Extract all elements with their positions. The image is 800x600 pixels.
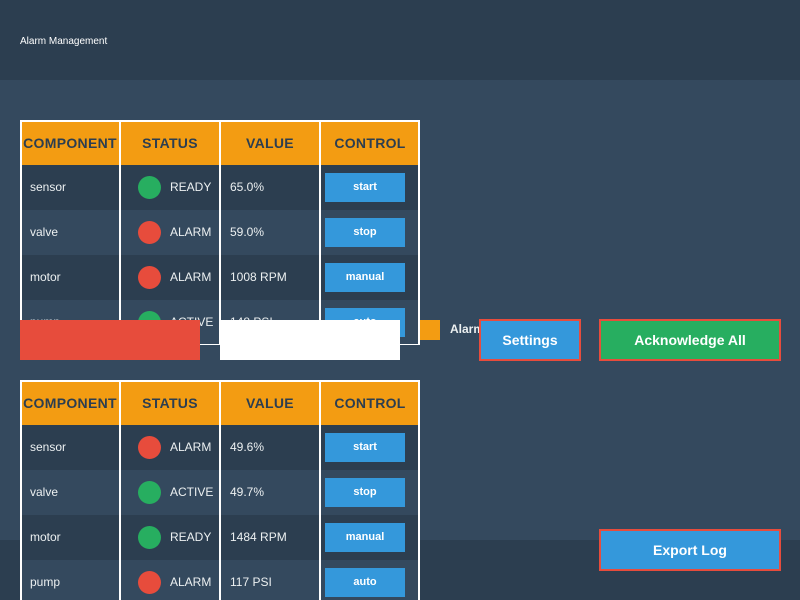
status-indicator-icon xyxy=(138,481,161,504)
status-text: ALARM xyxy=(170,575,212,589)
status-indicator-icon xyxy=(138,571,161,594)
value-text: 1008 RPM xyxy=(230,270,287,284)
value-text: 59.0% xyxy=(230,225,265,239)
header-component: COMPONENT xyxy=(23,135,117,151)
column-divider xyxy=(319,380,321,600)
status-text: ACTIVE xyxy=(170,485,214,499)
acknowledge-all-button[interactable]: Acknowledge All xyxy=(599,319,781,361)
header-component: COMPONENT xyxy=(23,395,117,411)
column-divider xyxy=(319,120,321,344)
status-text: ALARM xyxy=(170,270,212,284)
status-indicator-icon xyxy=(138,266,161,289)
app-title: Alarm Management xyxy=(20,36,108,47)
component-name: sensor xyxy=(30,440,67,454)
component-name: valve xyxy=(30,485,59,499)
column-divider xyxy=(219,380,221,600)
control-button[interactable]: manual xyxy=(325,523,405,552)
status-text: READY xyxy=(170,180,212,194)
header-control: CONTROL xyxy=(334,395,406,411)
alarm-indicator-bar xyxy=(20,320,200,360)
status-text: ALARM xyxy=(170,225,212,239)
top-bar: Alarm Management xyxy=(0,0,800,80)
settings-button[interactable]: Settings xyxy=(479,319,581,361)
control-button[interactable]: auto xyxy=(325,568,405,597)
header-value: VALUE xyxy=(246,395,294,411)
blank-panel xyxy=(220,320,400,360)
header-status: STATUS xyxy=(142,135,198,151)
status-indicator-icon xyxy=(138,436,161,459)
component-name: motor xyxy=(30,530,61,544)
component-table-b: COMPONENT STATUS VALUE CONTROL sensor ALA… xyxy=(20,380,420,600)
control-button[interactable]: stop xyxy=(325,478,405,507)
component-name: pump xyxy=(30,575,61,589)
value-text: 65.0% xyxy=(230,180,265,194)
export-log-button[interactable]: Export Log xyxy=(599,529,781,571)
value-text: 49.7% xyxy=(230,485,265,499)
header-status: STATUS xyxy=(142,395,198,411)
control-button[interactable]: start xyxy=(325,433,405,462)
column-divider xyxy=(119,120,121,344)
component-name: sensor xyxy=(30,180,67,194)
column-divider xyxy=(119,380,121,600)
column-divider xyxy=(219,120,221,344)
status-indicator-icon xyxy=(138,221,161,244)
status-indicator-icon xyxy=(138,176,161,199)
control-button[interactable]: start xyxy=(325,173,405,202)
legend-swatch xyxy=(420,320,440,340)
control-button[interactable]: stop xyxy=(325,218,405,247)
component-name: motor xyxy=(30,270,61,284)
header-value: VALUE xyxy=(246,135,294,151)
value-text: 49.6% xyxy=(230,440,265,454)
component-table-a: COMPONENT STATUS VALUE CONTROL sensor REA… xyxy=(20,120,420,345)
status-text: ALARM xyxy=(170,440,212,454)
value-text: 1484 RPM xyxy=(230,530,287,544)
control-button[interactable]: manual xyxy=(325,263,405,292)
component-name: valve xyxy=(30,225,59,239)
status-indicator-icon xyxy=(138,526,161,549)
value-text: 117 PSI xyxy=(230,575,272,589)
header-control: CONTROL xyxy=(334,135,406,151)
status-text: READY xyxy=(170,530,212,544)
